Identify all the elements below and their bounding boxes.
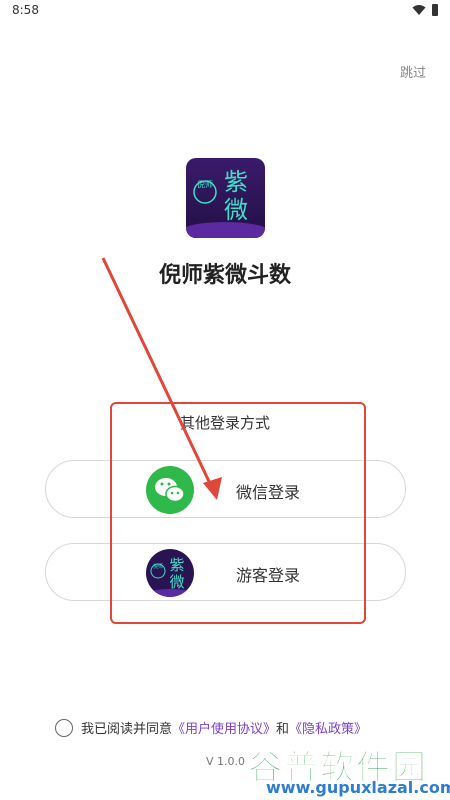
watermark: 谷普软件园 www.gupuxlazal.com xyxy=(248,740,450,798)
status-icons xyxy=(412,4,438,16)
app-logo: 倪师 紫 微 xyxy=(186,158,265,238)
user-agreement-link[interactable]: 《用户使用协议》 xyxy=(172,718,276,737)
version-text: V 1.0.0 xyxy=(206,755,246,768)
skip-button[interactable]: 跳过 xyxy=(400,62,426,81)
wifi-icon xyxy=(412,5,426,15)
agreement-and: 和 xyxy=(276,722,290,737)
agreement-prefix: 我已阅读并同意 xyxy=(81,722,173,737)
privacy-policy-link[interactable]: 《隐私政策》 xyxy=(289,718,367,737)
agreement: 我已阅读并同意 《用户使用协议》 和 《隐私政策》 xyxy=(55,718,367,737)
logo-text-wei: 微 xyxy=(224,196,248,224)
watermark-url: www.gupuxlazal.com xyxy=(266,778,450,797)
app-name: 倪师紫微斗数 xyxy=(158,263,291,288)
agree-radio[interactable] xyxy=(55,718,73,737)
annotation-highlight-box xyxy=(110,402,366,624)
battery-icon xyxy=(432,4,438,16)
status-time: 8:58 xyxy=(12,3,39,17)
logo-text-zi: 紫 xyxy=(224,168,248,196)
annotation-arrow xyxy=(101,257,222,500)
logo-text-small: 倪师 xyxy=(197,179,213,189)
app-logo-art: 倪师 紫 微 xyxy=(186,168,265,238)
status-bar: 8:58 xyxy=(0,0,450,22)
